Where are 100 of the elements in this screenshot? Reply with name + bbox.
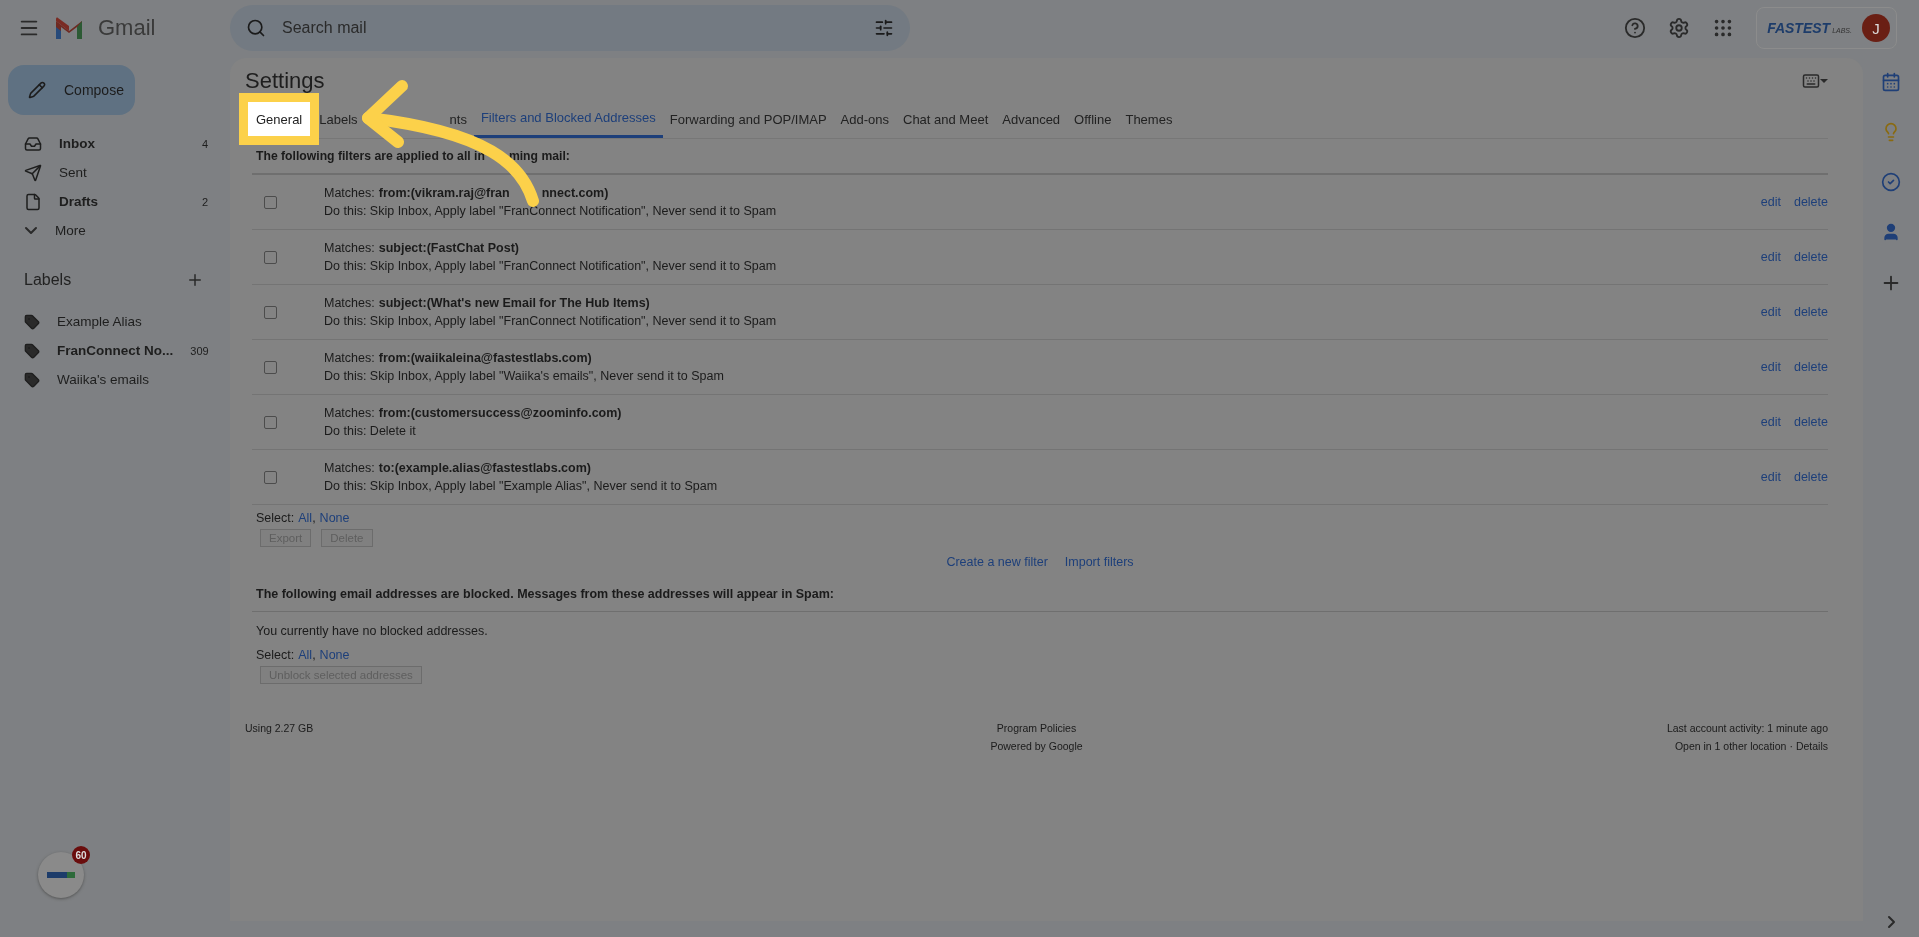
filter-action: Do this: Skip Inbox, Apply label "FranConnect Notification", Never send it to Spam — [324, 314, 778, 328]
add-label-button[interactable] — [186, 271, 204, 289]
filter-link[interactable]: Create a new filter — [946, 555, 1048, 569]
expand-button[interactable] — [1886, 915, 1896, 929]
label-icon — [24, 371, 40, 388]
sidebar-item[interactable]: Drafts 2 — [0, 187, 230, 216]
settings-tab[interactable]: Filters and Blocked Addresses — [473, 100, 663, 138]
settings-tab[interactable]: Labels — [312, 100, 365, 138]
separator-dot: · — [1789, 740, 1793, 752]
unread-count: 4 — [201, 137, 208, 150]
edit-link[interactable]: edit — [1760, 360, 1781, 374]
product-name: Gmail — [98, 15, 156, 41]
settings-button[interactable] — [1668, 17, 1691, 39]
section-heading: The following filters are applied to all in — [256, 149, 485, 163]
delete-link[interactable]: delete — [1793, 360, 1828, 374]
delete-link[interactable]: delete — [1793, 250, 1828, 264]
checkbox[interactable] — [264, 470, 277, 484]
checkbox[interactable] — [264, 305, 277, 319]
settings-tab[interactable]: Add-ons — [833, 100, 896, 138]
settings-tab[interactable]: Themes — [1118, 100, 1180, 138]
filter-criteria: subject:(FastChat Post) — [378, 241, 519, 255]
comma: , — [312, 648, 316, 662]
caret-icon — [1820, 79, 1828, 83]
select-label: Select: — [256, 511, 295, 525]
match-label: Matches: — [324, 186, 375, 200]
match-label: Matches: — [324, 406, 375, 420]
footer-link[interactable]: Program Policies — [996, 722, 1077, 734]
select-none-link[interactable]: None — [319, 648, 350, 662]
filter-criteria: subject:(What's new Email for The Hub Items) — [378, 296, 650, 310]
footer-link[interactable]: Powered by Google — [990, 740, 1083, 752]
chevron-down-icon — [24, 226, 38, 235]
keyboard-icon — [1802, 72, 1820, 90]
settings-tab[interactable]: nts — [442, 100, 474, 138]
details-link[interactable]: Details — [1795, 740, 1828, 752]
delete-link[interactable]: delete — [1793, 470, 1828, 484]
label-item[interactable]: Waiika's emails — [0, 365, 230, 394]
checkbox[interactable] — [264, 360, 277, 374]
tasks-button[interactable] — [1881, 172, 1901, 192]
help-button[interactable] — [1624, 17, 1647, 39]
delete-link[interactable]: delete — [1793, 415, 1828, 429]
inbox-icon — [24, 134, 42, 153]
contacts-button[interactable] — [1881, 222, 1901, 242]
unread-count: 2 — [201, 195, 208, 208]
pencil-icon — [28, 81, 46, 99]
compose-button[interactable]: Compose — [8, 65, 135, 115]
file-icon — [24, 192, 42, 211]
label-icon — [24, 342, 40, 359]
filter-link[interactable]: Import filters — [1064, 555, 1134, 569]
select-none-link[interactable]: None — [319, 511, 350, 525]
label-item[interactable]: Example Alias — [0, 307, 230, 336]
logo-icon — [46, 869, 76, 881]
sidebar-item[interactable]: Inbox 4 — [0, 129, 230, 158]
label-icon — [24, 313, 40, 330]
edit-link[interactable]: edit — [1760, 470, 1781, 484]
search-icon — [246, 18, 266, 38]
filter-action: Do this: Skip Inbox, Apply label "FranConnect Notification", Never send it to Spam — [324, 259, 778, 273]
avatar[interactable]: J — [1862, 14, 1890, 42]
sidebar-item[interactable]: More — [0, 216, 230, 245]
floating-logo-button[interactable] — [38, 852, 84, 898]
match-label: Matches: — [324, 296, 375, 310]
chevron-right-icon — [1886, 915, 1896, 929]
settings-tab[interactable]: Forwarding and POP/IMAP — [662, 100, 834, 138]
comma: , — [312, 511, 316, 525]
labels-heading: Labels — [24, 271, 72, 289]
filter-criteria: from:(vikram.raj@fran — [378, 186, 510, 200]
delete-link[interactable]: delete — [1793, 305, 1828, 319]
input-tools-button[interactable] — [1802, 72, 1828, 90]
section-heading: ming mail: — [508, 149, 570, 163]
filter-options-icon[interactable] — [874, 18, 894, 38]
search-input[interactable]: Search mail — [280, 18, 860, 38]
location-info: Open in 1 other location — [1674, 740, 1787, 752]
checkbox[interactable] — [264, 250, 277, 264]
filter-action: Do this: Skip Inbox, Apply label "Waiika's emails", Never send it to Spam — [324, 369, 725, 383]
empty-message: You currently have no blocked addresses. — [255, 623, 489, 640]
settings-tab[interactable]: Offline — [1067, 100, 1119, 138]
unread-count: 309 — [190, 344, 209, 357]
settings-tab[interactable]: Chat and Meet — [896, 100, 996, 138]
search-field[interactable]: Search mail — [230, 5, 910, 51]
edit-link[interactable]: edit — [1760, 195, 1781, 209]
match-label: Matches: — [324, 241, 375, 255]
match-label: Matches: — [324, 351, 375, 365]
storage-usage: Using 2.27 GB — [245, 722, 314, 734]
edit-link[interactable]: edit — [1760, 250, 1781, 264]
settings-tab[interactable]: Advanced — [995, 100, 1068, 138]
page-title: Settings — [245, 68, 325, 94]
section-heading: The following email addresses are blocked. Messages from these addresses will appear in Spam: — [252, 577, 1828, 612]
label-item[interactable]: FranConnect No... 309 — [0, 336, 230, 365]
calendar-button[interactable] — [1881, 72, 1901, 92]
filter-action: Do this: Delete it — [324, 424, 417, 438]
select-label: Select: — [256, 648, 295, 662]
checkbox[interactable] — [264, 415, 277, 429]
filter-criteria: nnect.com) — [541, 186, 609, 200]
checkbox[interactable] — [264, 195, 277, 209]
send-icon — [24, 163, 42, 182]
account-activity: Last account activity: 1 minute ago — [1666, 722, 1828, 734]
sidebar-item[interactable]: Sent — [0, 158, 230, 187]
notification-count: 60 — [72, 846, 90, 864]
edit-link[interactable]: edit — [1760, 415, 1781, 429]
edit-link[interactable]: edit — [1760, 305, 1781, 319]
delete-link[interactable]: delete — [1793, 195, 1828, 209]
